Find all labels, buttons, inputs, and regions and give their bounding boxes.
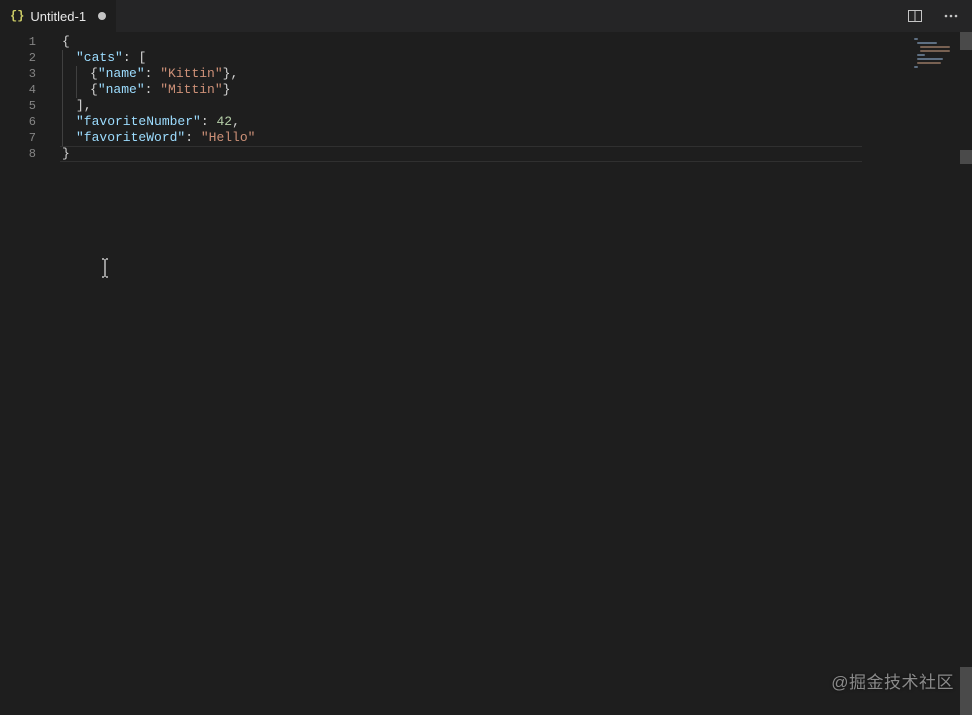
- scrollbar-thumb[interactable]: [960, 667, 972, 715]
- code-line[interactable]: "favoriteNumber": 42,: [62, 114, 972, 130]
- scrollbar-track[interactable]: [960, 32, 972, 715]
- minimap[interactable]: [914, 38, 954, 78]
- code-line[interactable]: ],: [62, 98, 972, 114]
- code-line[interactable]: }: [62, 146, 972, 162]
- code-line[interactable]: {"name": "Mittin"}: [62, 82, 972, 98]
- editor[interactable]: 1 2 3 4 5 6 7 8 { "cats": [ {"name": "Ki…: [0, 32, 972, 715]
- tab-untitled[interactable]: {} Untitled-1: [0, 0, 117, 32]
- code-line[interactable]: "cats": [: [62, 50, 972, 66]
- scrollbar-thumb[interactable]: [960, 32, 972, 50]
- tab-title: Untitled-1: [30, 9, 86, 24]
- code-area[interactable]: { "cats": [ {"name": "Kittin"}, {"name":…: [52, 32, 972, 715]
- code-line[interactable]: {: [62, 34, 972, 50]
- more-actions-icon[interactable]: [940, 5, 962, 27]
- code-line[interactable]: {"name": "Kittin"},: [62, 66, 972, 82]
- tab-bar: {} Untitled-1: [0, 0, 972, 32]
- split-editor-icon[interactable]: [904, 5, 926, 27]
- watermark: @掘金技术社区: [831, 668, 954, 693]
- scrollbar-marker[interactable]: [960, 150, 972, 164]
- code-line[interactable]: "favoriteWord": "Hello": [62, 130, 972, 146]
- editor-actions: [894, 0, 972, 32]
- json-file-icon: {}: [10, 9, 24, 23]
- line-number-gutter: 1 2 3 4 5 6 7 8: [0, 32, 52, 715]
- dirty-indicator-icon: [98, 12, 106, 20]
